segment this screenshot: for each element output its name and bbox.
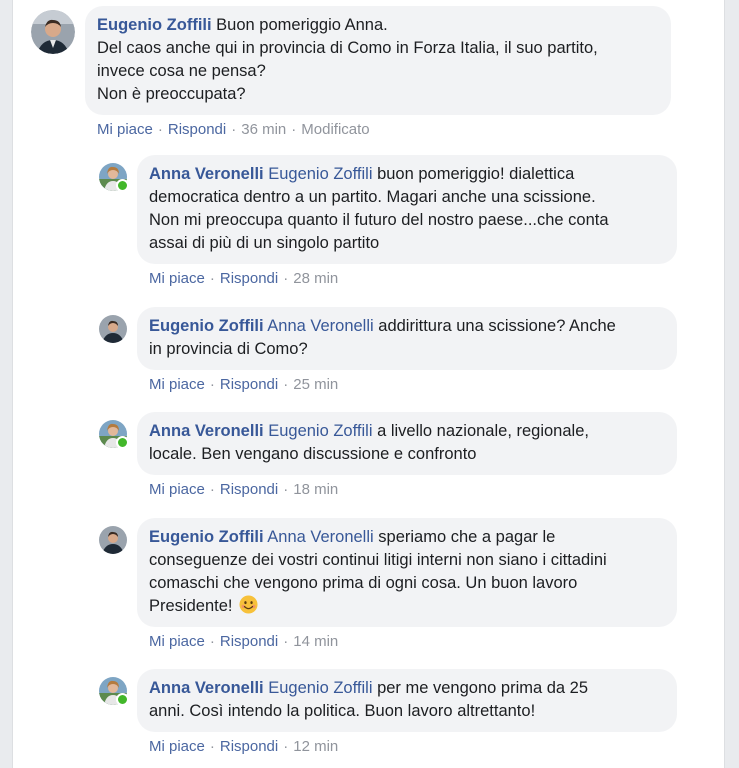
comment-bubble: Anna Veronelli Eugenio Zoffili a livello… <box>137 412 677 475</box>
reply-button[interactable]: Rispondi <box>220 633 278 650</box>
avatar-eugenio-icon <box>99 315 127 343</box>
online-status-icon <box>116 693 129 706</box>
edited-label[interactable]: Modificato <box>301 121 369 138</box>
reply-button[interactable]: Rispondi <box>220 481 278 498</box>
comment-text-line: in provincia di Como? <box>149 340 308 358</box>
comment-bubble: Eugenio Zoffili Anna Veronelli addirittu… <box>137 307 677 370</box>
comment-text-line: speriamo che a pagar le <box>373 528 556 546</box>
comment-bubble: Anna Veronelli Eugenio Zoffili buon pome… <box>137 155 677 264</box>
timestamp[interactable]: 28 min <box>293 270 338 287</box>
like-button[interactable]: Mi piace <box>149 376 205 393</box>
avatar[interactable] <box>31 10 75 54</box>
comment-author[interactable]: Eugenio Zoffili <box>149 528 264 546</box>
online-status-icon <box>116 436 129 449</box>
smiling-face-emoji-icon <box>239 595 258 614</box>
comment-reply: Anna Veronelli Eugenio Zoffili a livello… <box>99 412 677 499</box>
timestamp[interactable]: 12 min <box>293 738 338 755</box>
mention-link[interactable]: Eugenio Zoffili <box>268 422 372 440</box>
comment-author[interactable]: Eugenio Zoffili <box>97 16 212 34</box>
comment-text-line: addirittura una scissione? Anche <box>373 317 616 335</box>
comment-actions: Mi piace · Rispondi · 14 min <box>149 633 339 650</box>
comment-text-line: Presidente! <box>149 597 233 615</box>
comment-reply: Eugenio Zoffili Anna Veronelli addirittu… <box>99 307 677 394</box>
mention-link[interactable]: Eugenio Zoffili <box>268 165 372 183</box>
comment-text-line: Del caos anche qui in provincia di Como … <box>97 39 598 57</box>
like-button[interactable]: Mi piace <box>149 270 205 287</box>
avatar[interactable] <box>99 163 129 192</box>
comment-author[interactable]: Eugenio Zoffili <box>149 317 264 335</box>
comment-author[interactable]: Anna Veronelli <box>149 165 264 183</box>
comment-reply: Eugenio Zoffili Anna Veronelli speriamo … <box>99 518 677 651</box>
comment-text-line: per me vengono prima da 25 <box>372 679 589 697</box>
comment-text-line: buon pomeriggio! dialettica <box>372 165 575 183</box>
comment-text-line: assai di più di un singolo partito <box>149 234 380 252</box>
timestamp[interactable]: 36 min <box>241 121 286 138</box>
like-button[interactable]: Mi piace <box>149 738 205 755</box>
reply-button[interactable]: Rispondi <box>168 121 226 138</box>
reply-button[interactable]: Rispondi <box>220 376 278 393</box>
mention-link[interactable]: Eugenio Zoffili <box>268 679 372 697</box>
comment-reply: Anna Veronelli Eugenio Zoffili buon pome… <box>99 155 677 288</box>
comment-text-line: conseguenze dei vostri continui litigi i… <box>149 551 607 569</box>
comment-bubble: Eugenio Zoffili Anna Veronelli speriamo … <box>137 518 677 627</box>
reply-button[interactable]: Rispondi <box>220 738 278 755</box>
avatar[interactable] <box>99 526 127 554</box>
comment-text-line: a livello nazionale, regionale, <box>372 422 589 440</box>
avatar[interactable] <box>99 420 129 449</box>
like-button[interactable]: Mi piace <box>97 121 153 138</box>
comment-bubble: Eugenio Zoffili Buon pomeriggio Anna. De… <box>85 6 671 115</box>
comment-actions: Mi piace · Rispondi · 28 min <box>149 270 339 287</box>
avatar-eugenio-icon <box>99 526 127 554</box>
comment-actions: Mi piace · Rispondi · 25 min <box>149 376 339 393</box>
comment-text-line: locale. Ben vengano discussione e confro… <box>149 445 477 463</box>
comments-panel: Eugenio Zoffili Buon pomeriggio Anna. De… <box>12 0 725 768</box>
comment-bubble: Anna Veronelli Eugenio Zoffili per me ve… <box>137 669 677 732</box>
mention-link[interactable]: Anna Veronelli <box>267 317 373 335</box>
comment-text-line: Non mi preoccupa quanto il futuro del no… <box>149 211 609 229</box>
comment-text-line: invece cosa ne pensa? <box>97 62 266 80</box>
comment-actions: Mi piace · Rispondi · 12 min <box>149 738 339 755</box>
avatar[interactable] <box>99 315 127 343</box>
reply-button[interactable]: Rispondi <box>220 270 278 287</box>
timestamp[interactable]: 18 min <box>293 481 338 498</box>
comment-author[interactable]: Anna Veronelli <box>149 679 264 697</box>
timestamp[interactable]: 14 min <box>293 633 338 650</box>
mention-link[interactable]: Anna Veronelli <box>267 528 373 546</box>
avatar-eugenio-icon <box>31 10 75 54</box>
comment-actions: Mi piace · Rispondi · 18 min <box>149 481 339 498</box>
comment-actions: Mi piace · Rispondi · 36 min · Modificato <box>97 121 370 138</box>
comment-text-line: anni. Così intendo la politica. Buon lav… <box>149 702 536 720</box>
comment-text-line: democratica dentro a un partito. Magari … <box>149 188 596 206</box>
avatar[interactable] <box>99 677 129 706</box>
online-status-icon <box>116 179 129 192</box>
comment-text-line: comaschi che vengono prima di ogni cosa.… <box>149 574 578 592</box>
comment-reply: Anna Veronelli Eugenio Zoffili per me ve… <box>99 669 677 756</box>
like-button[interactable]: Mi piace <box>149 633 205 650</box>
comment-text-line: Non è preoccupata? <box>97 85 246 103</box>
comment-author[interactable]: Anna Veronelli <box>149 422 264 440</box>
timestamp[interactable]: 25 min <box>293 376 338 393</box>
comment-text-line: Buon pomeriggio Anna. <box>216 16 388 34</box>
comment: Eugenio Zoffili Buon pomeriggio Anna. De… <box>31 6 671 139</box>
like-button[interactable]: Mi piace <box>149 481 205 498</box>
